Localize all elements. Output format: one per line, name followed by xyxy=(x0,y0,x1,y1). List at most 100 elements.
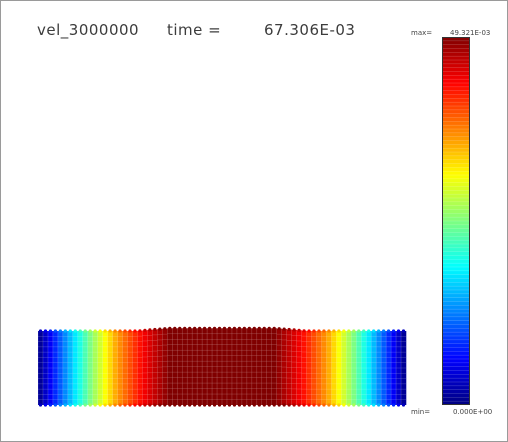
mesh-bottom-node xyxy=(277,403,281,407)
mesh-top-node xyxy=(48,329,53,333)
colorbar-band xyxy=(442,347,470,352)
colorbar-band xyxy=(442,259,470,264)
colorbar-band xyxy=(442,236,470,241)
mesh-top-node xyxy=(68,329,72,333)
colorbar-band xyxy=(442,148,470,153)
mesh-top-node xyxy=(262,326,266,330)
colorbar-band xyxy=(442,324,470,329)
colorbar-band xyxy=(442,224,470,229)
mesh-bottom-node xyxy=(178,403,182,407)
mesh-top-node xyxy=(168,326,172,330)
mesh-bottom-node xyxy=(282,403,286,407)
colorbar-band xyxy=(442,320,470,325)
mesh-top-node xyxy=(83,329,87,333)
mesh-bottom-node xyxy=(382,403,386,407)
mesh-top-node xyxy=(312,329,316,333)
mesh-bottom-node xyxy=(367,403,371,407)
colorbar-band xyxy=(442,102,470,107)
mesh-bottom-node xyxy=(217,403,222,407)
colorbar-band xyxy=(442,178,470,183)
colorbar-band xyxy=(442,217,470,222)
colorbar-band xyxy=(442,370,470,375)
mesh-bottom-node xyxy=(342,403,346,407)
colorbar-band xyxy=(442,201,470,206)
mesh-top-node xyxy=(267,326,271,330)
mesh-bottom-node xyxy=(272,403,276,407)
mesh-bottom-node xyxy=(133,403,137,407)
mesh-top-node xyxy=(212,326,217,330)
mesh-bottom-node xyxy=(168,403,172,407)
colorbar-band xyxy=(442,129,470,134)
mesh-top-node xyxy=(163,327,167,331)
mesh-bottom-node xyxy=(143,403,147,407)
colorbar-band xyxy=(442,67,470,72)
mesh-bottom-node xyxy=(173,403,177,407)
mesh-top-node xyxy=(153,327,157,332)
mesh-bottom-node xyxy=(322,403,326,407)
colorbar-band xyxy=(442,117,470,122)
colorbar-band xyxy=(442,309,470,314)
mesh-bottom-node xyxy=(372,403,376,407)
colorbar-band xyxy=(442,159,470,164)
mesh-bottom-node xyxy=(252,403,256,407)
mesh-top-node xyxy=(113,329,117,333)
colorbar-band xyxy=(442,79,470,84)
mesh-bottom-node xyxy=(247,403,251,407)
colorbar-band xyxy=(442,316,470,321)
mesh-bottom-node xyxy=(232,403,237,407)
colorbar-band xyxy=(442,270,470,275)
mesh-bottom-node xyxy=(63,403,67,407)
colorbar-band xyxy=(442,71,470,76)
mesh-bottom-node xyxy=(292,403,296,407)
colorbar-band xyxy=(442,359,470,364)
mesh-bottom-node xyxy=(83,403,87,407)
mesh-top-node xyxy=(138,329,142,333)
mesh-bottom-node xyxy=(257,403,261,407)
mesh-top-node xyxy=(202,326,207,330)
mesh-bottom-node xyxy=(183,403,187,407)
mesh-top-node xyxy=(242,326,246,330)
mesh-top-node xyxy=(386,329,391,333)
colorbar-band xyxy=(442,351,470,356)
mesh-bottom-node xyxy=(163,403,167,407)
mesh-bottom-node xyxy=(73,403,77,407)
colorbar-band xyxy=(442,136,470,141)
mesh-bottom-node xyxy=(312,403,316,407)
mesh-top-node xyxy=(247,326,251,330)
colorbar-band xyxy=(442,205,470,210)
colorbar-max-label: max= xyxy=(411,29,433,37)
mesh-top-node xyxy=(352,329,356,333)
mesh-bottom-node xyxy=(193,403,197,407)
mesh-bottom-node xyxy=(222,403,227,407)
mesh-top-node xyxy=(401,329,406,333)
mesh-top-node xyxy=(43,329,48,333)
colorbar-band xyxy=(442,56,470,61)
variable-name: vel_3000000 xyxy=(37,21,140,39)
colorbar-band xyxy=(442,232,470,237)
mesh-bottom-node xyxy=(396,403,401,407)
mesh-top-node xyxy=(302,329,306,333)
colorbar xyxy=(442,37,470,405)
mesh-top-node xyxy=(307,329,311,333)
mesh-top-node xyxy=(317,329,321,333)
mesh-top-node xyxy=(58,329,62,333)
colorbar-band xyxy=(442,366,470,371)
colorbar-band xyxy=(442,385,470,390)
colorbar-band xyxy=(442,305,470,310)
mesh-top-node xyxy=(391,329,396,333)
colorbar-band xyxy=(442,52,470,57)
mesh-bottom-node xyxy=(302,403,306,407)
mesh-bottom-node xyxy=(287,403,291,407)
colorbar-band xyxy=(442,60,470,65)
colorbar-band xyxy=(442,86,470,91)
colorbar-band xyxy=(442,175,470,180)
colorbar-band xyxy=(442,152,470,157)
mesh-top-node xyxy=(193,326,197,330)
mesh-bottom-node xyxy=(158,403,162,407)
colorbar-band xyxy=(442,274,470,279)
colorbar-band xyxy=(442,328,470,333)
mesh-top-node xyxy=(188,326,192,330)
mesh-bottom-node xyxy=(118,403,122,407)
mesh-bottom-node xyxy=(327,403,331,407)
colorbar-band xyxy=(442,240,470,245)
